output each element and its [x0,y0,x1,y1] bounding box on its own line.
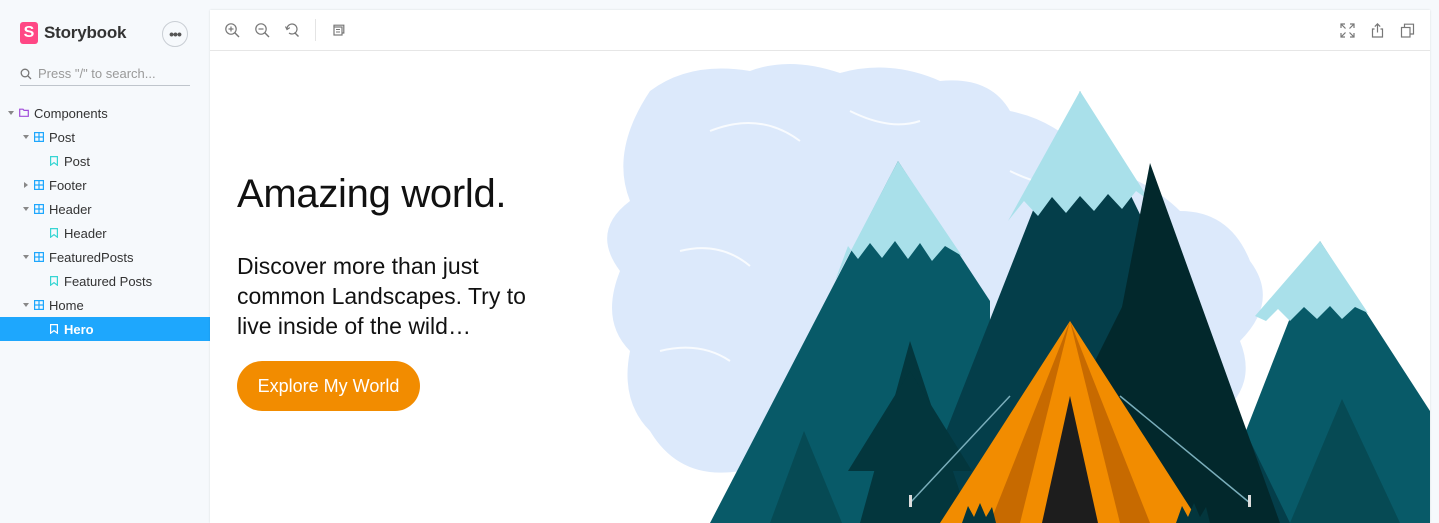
component-icon [34,204,44,214]
tree-item-label: Post [64,153,91,169]
component-tree: Components Post Post Footer Header Heade… [0,101,210,341]
tree-component-home[interactable]: Home [0,293,210,317]
camping-illustration [607,63,1430,523]
folder-icon [19,108,29,117]
preview-panel: Amazing world. Discover more than just c… [210,10,1430,523]
menu-button[interactable]: ••• [162,21,188,47]
tree-item-label: Post [49,129,76,145]
bookmark-icon [50,276,58,286]
search-input[interactable] [38,66,178,81]
tree-item-label: Header [49,201,92,217]
tree-item-label: Components [34,105,108,121]
bookmark-icon [50,324,58,334]
tree-story-header[interactable]: Header [0,221,210,245]
hero-subtitle: Discover more than just common Landscape… [237,253,526,339]
chevron-down-icon [8,111,14,115]
zoom-reset-icon[interactable] [284,22,301,39]
toolbar-divider [315,19,316,41]
tree-component-post[interactable]: Post [0,125,210,149]
component-icon [34,132,44,142]
search-box[interactable] [20,62,190,86]
tree-story-post[interactable]: Post [0,149,210,173]
chevron-down-icon [23,207,29,211]
chevron-right-icon [24,181,28,188]
component-icon [34,252,44,262]
tree-component-footer[interactable]: Footer [0,173,210,197]
tree-component-header[interactable]: Header [0,197,210,221]
component-icon [34,300,44,310]
copy-icon[interactable] [1399,22,1416,39]
tree-item-label: Hero [64,321,94,337]
search-icon [20,68,32,79]
component-icon [34,180,44,190]
brand[interactable]: S Storybook [20,22,126,44]
chevron-down-icon [23,135,29,139]
zoom-in-icon[interactable] [224,22,241,39]
hero-title: Amazing world. [237,172,507,216]
storybook-logo-icon: S [20,22,38,44]
outline-icon[interactable] [330,22,347,39]
tree-folder-components[interactable]: Components [0,101,210,125]
chevron-down-icon [23,303,29,307]
tree-item-label: FeaturedPosts [49,249,134,265]
preview-toolbar [210,10,1430,51]
tree-item-label: Footer [49,177,87,193]
fullscreen-icon[interactable] [1339,22,1356,39]
tree-story-hero[interactable]: Hero [0,317,210,341]
sidebar: S Storybook ••• Components Post [0,0,210,523]
bookmark-icon [50,228,58,238]
tree-item-label: Header [64,225,107,241]
tree-component-featuredposts[interactable]: FeaturedPosts [0,245,210,269]
story-canvas: Amazing world. Discover more than just c… [210,51,1430,523]
app-title: Storybook [44,23,127,42]
share-icon[interactable] [1369,22,1386,39]
tree-story-featured-posts[interactable]: Featured Posts [0,269,210,293]
tree-item-label: Home [49,297,84,313]
zoom-out-icon[interactable] [254,22,271,39]
explore-button[interactable]: Explore My World [237,361,420,411]
chevron-down-icon [23,255,29,259]
tree-item-label: Featured Posts [64,273,153,289]
bookmark-icon [50,156,58,166]
